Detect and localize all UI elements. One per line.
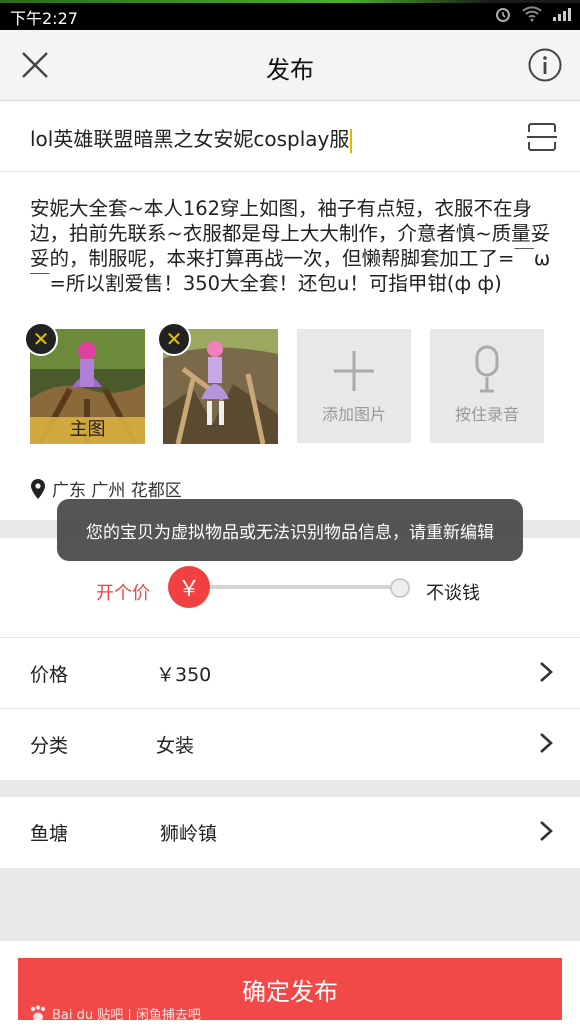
slider-left-label: 开个价 bbox=[96, 583, 150, 604]
bottom-spacer bbox=[0, 868, 580, 941]
delete-photo-1-button[interactable]: ✕ bbox=[24, 322, 58, 356]
item-title-text: lol英雄联盟暗黑之女安妮cosplay服 bbox=[30, 127, 350, 151]
status-bar: 下午2:27 bbox=[0, 0, 580, 30]
location-pin-icon bbox=[31, 478, 45, 499]
watermark-text: Bai du 贴吧 | 闲鱼捕去吧 bbox=[52, 1008, 201, 1023]
slider-right-label: 不谈钱 bbox=[426, 583, 480, 604]
close-icon: ✕ bbox=[32, 327, 50, 351]
app-header: 发布 bbox=[0, 30, 580, 101]
section-divider bbox=[0, 780, 580, 798]
item-description-input[interactable]: 安妮大全套~本人162穿上如图，袖子有点短，衣服不在身边，拍前先联系~衣服都是母… bbox=[30, 196, 565, 296]
price-row[interactable]: 价格 ￥350 bbox=[0, 637, 580, 708]
slider-end-stop bbox=[390, 578, 410, 598]
status-progress-line bbox=[0, 0, 580, 3]
price-value: ￥350 bbox=[156, 664, 212, 686]
paw-icon bbox=[30, 1004, 46, 1021]
toast-message: 您的宝贝为虚拟物品或无法识别物品信息，请重新编辑 bbox=[57, 499, 523, 561]
record-label: 按住录音 bbox=[454, 405, 519, 424]
category-row[interactable]: 分类 女装 bbox=[0, 708, 580, 779]
main-photo-label: 主图 bbox=[69, 419, 106, 440]
category-value: 女装 bbox=[156, 735, 195, 757]
alarm-icon bbox=[496, 8, 510, 22]
add-photo-label: 添加图片 bbox=[321, 405, 386, 424]
yuan-icon: ￥ bbox=[177, 577, 200, 602]
plus-icon bbox=[334, 351, 374, 391]
fish-pond-value: 狮岭镇 bbox=[160, 823, 218, 845]
microphone-icon bbox=[475, 345, 499, 393]
watermark: Bai du 贴吧 | 闲鱼捕去吧 bbox=[28, 1004, 201, 1023]
close-icon: ✕ bbox=[165, 327, 183, 351]
text-caret bbox=[350, 128, 353, 153]
chevron-right-icon bbox=[540, 733, 553, 753]
location-text: 广东 广州 花都区 bbox=[52, 481, 182, 501]
chevron-right-icon bbox=[540, 662, 553, 682]
item-title-input[interactable]: lol英雄联盟暗黑之女安妮cosplay服 bbox=[30, 123, 353, 153]
scan-icon[interactable] bbox=[526, 121, 558, 153]
status-icons bbox=[494, 5, 572, 23]
status-time: 下午2:27 bbox=[10, 9, 78, 28]
title-input-row[interactable]: lol英雄联盟暗黑之女安妮cosplay服 bbox=[0, 101, 580, 172]
slider-knob[interactable]: ￥ bbox=[168, 566, 210, 608]
delete-photo-2-button[interactable]: ✕ bbox=[157, 322, 191, 356]
price-label: 价格 bbox=[30, 664, 69, 686]
fish-pond-label: 鱼塘 bbox=[30, 823, 69, 845]
record-audio-button[interactable]: 按住录音 bbox=[430, 329, 544, 443]
fish-pond-row[interactable]: 鱼塘 狮岭镇 bbox=[0, 797, 580, 867]
page-title: 发布 bbox=[266, 56, 314, 84]
chevron-right-icon bbox=[540, 821, 553, 841]
signal-icon bbox=[553, 8, 571, 21]
price-slider-row: 开个价 ￥ 不谈钱 bbox=[0, 560, 580, 636]
wifi-icon bbox=[522, 6, 542, 22]
slider-track[interactable] bbox=[190, 585, 398, 589]
add-photo-button[interactable]: 添加图片 bbox=[297, 329, 411, 443]
location-row[interactable]: 广东 广州 花都区 bbox=[30, 476, 182, 501]
info-icon[interactable] bbox=[528, 48, 562, 82]
category-label: 分类 bbox=[30, 735, 69, 757]
